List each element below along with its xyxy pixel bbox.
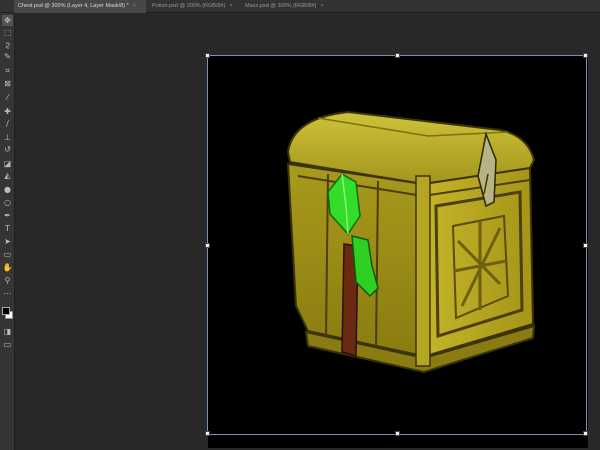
- blur-tool-icon[interactable]: ●: [2, 184, 13, 195]
- healing-brush-tool-icon[interactable]: ✚: [2, 106, 13, 117]
- rectangle-tool-icon[interactable]: ▭: [2, 249, 13, 260]
- document-tab-bar: Chest.psd @ 300% (Layer 4, Layer Mask/8)…: [0, 0, 600, 13]
- screen-mode-icon[interactable]: ▭: [2, 339, 13, 350]
- zoom-tool-icon[interactable]: ⚲: [2, 275, 13, 286]
- tab-label: Potion.psd @ 300% (RGB/8#): [152, 3, 226, 9]
- close-icon[interactable]: ×: [229, 3, 232, 9]
- chest-artwork: [286, 110, 536, 374]
- brush-tool-icon[interactable]: ∕: [2, 118, 13, 129]
- tab-chest[interactable]: Chest.psd @ 300% (Layer 4, Layer Mask/8)…: [14, 0, 146, 13]
- pen-tool-icon[interactable]: ✒: [2, 210, 13, 221]
- tab-label: Mace.psd @ 300% (RGB/8#): [245, 3, 317, 9]
- history-brush-tool-icon[interactable]: ↺: [2, 144, 13, 155]
- clone-stamp-tool-icon[interactable]: ⊥: [2, 132, 13, 143]
- marquee-tool-icon[interactable]: ⬚: [2, 27, 13, 38]
- path-selection-tool-icon[interactable]: ➤: [2, 236, 13, 247]
- move-tool-icon[interactable]: ✥: [2, 15, 13, 26]
- tab-potion[interactable]: Potion.psd @ 300% (RGB/8#) ×: [148, 0, 240, 13]
- dodge-tool-icon[interactable]: ○: [2, 197, 13, 208]
- close-icon[interactable]: ×: [133, 3, 136, 9]
- eraser-tool-icon[interactable]: ◪: [2, 158, 13, 169]
- type-tool-icon[interactable]: T: [2, 223, 13, 234]
- tab-mace[interactable]: Mace.psd @ 300% (RGB/8#) ×: [241, 0, 331, 13]
- quick-mask-icon[interactable]: ◨: [2, 326, 13, 337]
- foreground-color-swatch[interactable]: [2, 307, 10, 315]
- quick-select-tool-icon[interactable]: ✎: [2, 51, 13, 62]
- hand-tool-icon[interactable]: ✋: [2, 262, 13, 273]
- paint-bucket-tool-icon[interactable]: ◭: [2, 170, 13, 181]
- lasso-tool-icon[interactable]: ϩ: [2, 39, 13, 50]
- tab-label: Chest.psd @ 300% (Layer 4, Layer Mask/8)…: [18, 3, 129, 9]
- tools-panel: ✥ ⬚ ϩ ✎ ⌗ ⊠ ⁄ ✚ ∕ ⊥ ↺ ◪ ◭ ● ○ ✒ T ➤ ▭ ✋ …: [0, 13, 15, 450]
- canvas-workspace[interactable]: [16, 14, 600, 450]
- more-tools-icon[interactable]: ⋯: [2, 288, 13, 299]
- close-icon[interactable]: ×: [320, 3, 323, 9]
- document-canvas[interactable]: [208, 56, 588, 448]
- frame-tool-icon[interactable]: ⊠: [2, 78, 13, 89]
- crop-tool-icon[interactable]: ⌗: [2, 65, 13, 76]
- eyedropper-tool-icon[interactable]: ⁄: [2, 92, 13, 103]
